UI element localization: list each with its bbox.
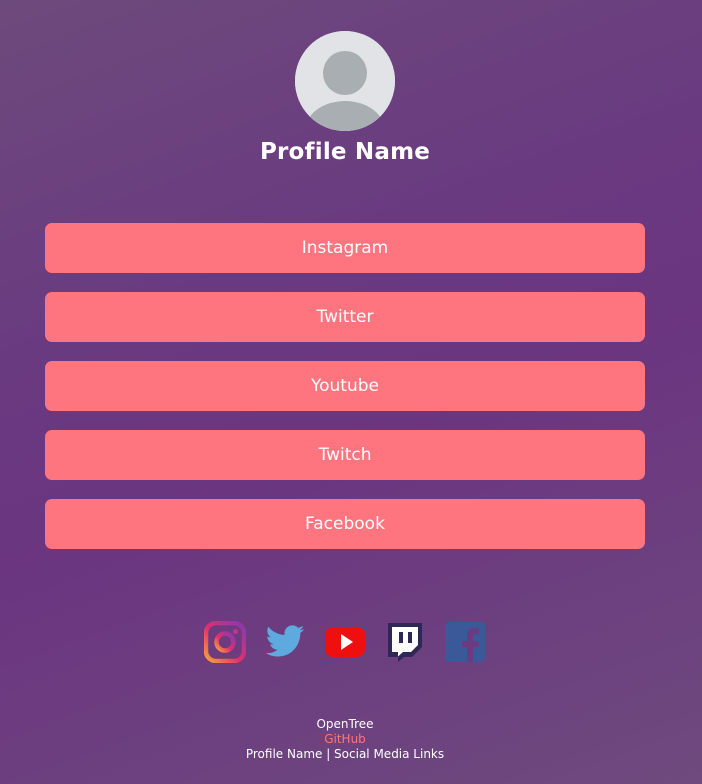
- profile-avatar: [295, 31, 395, 131]
- twitch-link-button[interactable]: Twitch: [45, 430, 645, 480]
- profile-name: Profile Name: [259, 139, 431, 165]
- twitter-icon[interactable]: [264, 621, 306, 663]
- instagram-icon[interactable]: [203, 620, 247, 664]
- social-icons-row: [203, 620, 494, 664]
- facebook-link-button[interactable]: Facebook: [45, 499, 645, 549]
- twitch-icon[interactable]: [384, 621, 426, 663]
- footer: OpenTree GitHub Profile Name | Social Me…: [0, 717, 690, 762]
- twitter-link-button[interactable]: Twitter: [45, 292, 645, 342]
- youtube-icon[interactable]: [324, 621, 366, 663]
- github-link[interactable]: GitHub: [0, 732, 690, 747]
- default-user-avatar-icon: [295, 31, 395, 131]
- youtube-link-button[interactable]: Youtube: [45, 361, 645, 411]
- link-list: Instagram Twitter Youtube Twitch Faceboo…: [45, 223, 645, 568]
- footer-tagline: Profile Name | Social Media Links: [245, 747, 445, 761]
- footer-brand: OpenTree: [316, 717, 374, 731]
- facebook-icon[interactable]: [444, 621, 486, 663]
- instagram-link-button[interactable]: Instagram: [45, 223, 645, 273]
